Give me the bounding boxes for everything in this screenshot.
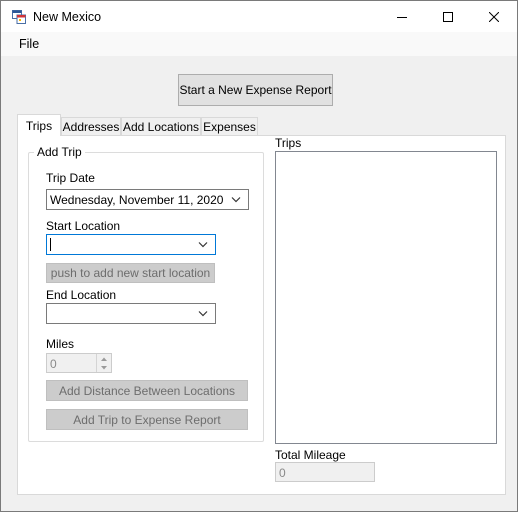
add-distance-button[interactable]: Add Distance Between Locations [46,380,248,401]
minimize-button[interactable] [379,1,425,32]
spin-up-button[interactable] [97,354,111,363]
tab-trips[interactable]: Trips [17,114,61,136]
start-location-combo[interactable] [46,234,216,255]
chevron-down-icon [231,197,241,203]
start-new-expense-report-button[interactable]: Start a New Expense Report [178,74,333,106]
end-location-label: End Location [46,288,117,302]
maximize-button[interactable] [425,1,471,32]
close-icon [489,11,499,22]
chevron-down-icon [198,311,208,317]
trip-date-picker[interactable]: Wednesday, November 11, 2020 [46,189,249,210]
menu-bar: File [1,32,517,56]
tab-expenses[interactable]: Expenses [201,117,258,136]
app-window-icon [12,10,26,24]
text-caret [50,238,51,251]
start-location-label: Start Location [46,219,121,233]
miles-value: 0 [50,357,57,371]
add-trip-group-title: Add Trip [34,145,85,159]
chevron-down-icon [198,242,208,248]
tab-add-locations[interactable]: Add Locations [121,117,201,136]
maximize-icon [443,11,453,22]
chevron-up-icon [101,357,107,361]
total-mileage-label: Total Mileage [275,448,346,462]
push-add-start-location-button[interactable]: push to add new start location [46,263,215,283]
chevron-down-icon [101,365,107,369]
add-trip-to-report-button[interactable]: Add Trip to Expense Report [46,409,248,430]
trip-date-value: Wednesday, November 11, 2020 [50,193,224,207]
app-window: New Mexico File Start a New Expense Repo… [0,0,518,512]
end-location-combo[interactable] [46,303,216,324]
trips-listbox[interactable] [275,151,497,444]
trip-date-label: Trip Date [46,171,95,185]
miles-label: Miles [46,337,75,351]
trips-list-label: Trips [275,136,302,150]
close-button[interactable] [471,1,517,32]
miles-spin-buttons[interactable] [96,354,111,372]
total-mileage-value: 0 [279,466,286,480]
total-mileage-field: 0 [275,462,375,482]
title-bar[interactable]: New Mexico [1,1,517,32]
tab-addresses[interactable]: Addresses [61,117,121,136]
window-title: New Mexico [33,10,102,24]
miles-stepper[interactable]: 0 [46,353,112,373]
minimize-icon [397,16,407,18]
spin-down-button[interactable] [97,363,111,372]
menu-file[interactable]: File [19,37,39,51]
